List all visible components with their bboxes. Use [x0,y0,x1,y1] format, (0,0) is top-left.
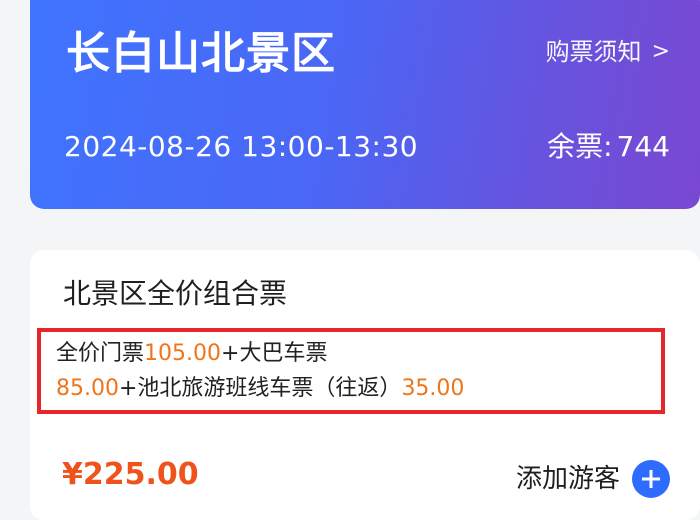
ticket-card: 北景区全价组合票 全价门票105.00+大巴车票85.00+池北旅游班线车票（往… [30,250,700,520]
remaining-tickets: 余票: 744 [547,133,670,161]
detail-part3-label: 池北旅游班线车票（往返） [137,376,402,401]
scenic-header-card: 长白山北景区 购票须知 > 2024-08-26 13:00-13:30 余票:… [30,0,700,209]
ticket-detail-text: 全价门票105.00+大巴车票85.00+池北旅游班线车票（往返）35.00 [56,336,666,406]
purchase-notice-label: 购票须知 [545,38,642,66]
detail-part2-amount: 85.00 [56,376,119,401]
remaining-label: 余票: [547,130,613,163]
ticket-price: ¥225.00 [62,457,199,492]
plus-circle-icon[interactable] [632,460,670,498]
visit-date-time: 2024-08-26 13:00-13:30 [64,130,419,163]
detail-plus-1: + [221,341,240,366]
detail-part1-amount: 105.00 [144,341,221,366]
detail-plus-2: + [118,376,138,401]
remaining-count: 744 [616,130,670,163]
detail-part2-label: 大巴车票 [239,341,328,366]
chevron-right-icon: > [651,39,670,64]
add-guest-label: 添加游客 [515,464,620,494]
detail-part3-amount: 35.00 [401,376,465,401]
purchase-notice-link[interactable]: 购票须知 > [546,40,670,64]
add-guest-button[interactable]: 添加游客 [516,460,670,498]
scenic-title: 长白山北景区 [66,28,336,79]
ticket-name: 北景区全价组合票 [63,277,288,310]
detail-part1-label: 全价门票 [56,341,145,366]
